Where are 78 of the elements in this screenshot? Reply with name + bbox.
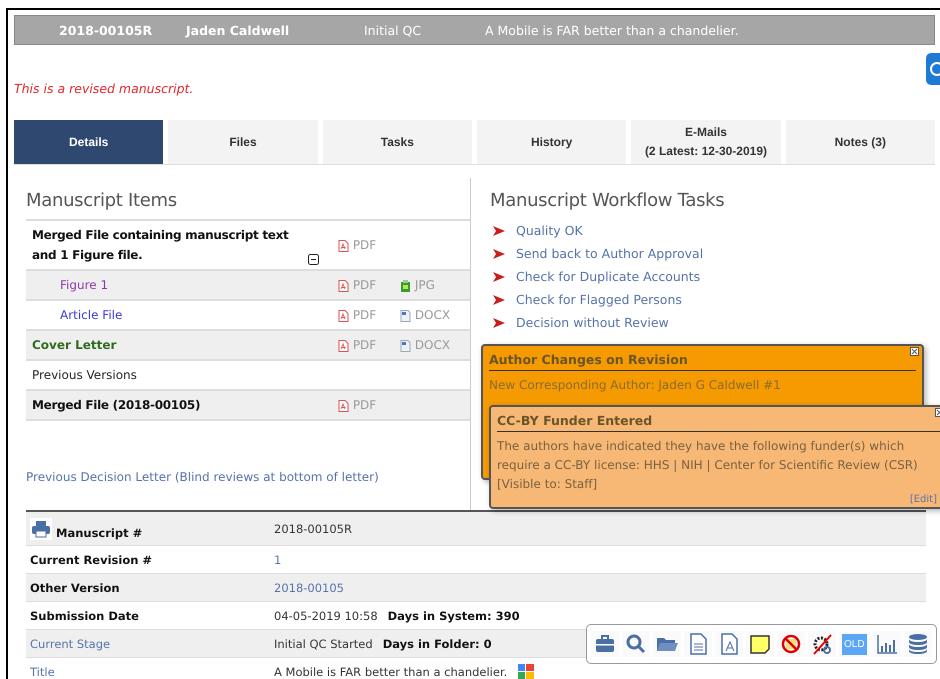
tab[interactable]: History: [476, 120, 626, 164]
sticky-note-icon[interactable]: [749, 633, 771, 655]
field-stat: Days in Folder: 0: [382, 636, 492, 650]
document-file-icon: [400, 310, 411, 322]
arrow-icon: [492, 224, 506, 236]
task-link[interactable]: Decision without Review: [516, 315, 669, 330]
file-link[interactable]: PDF: [338, 308, 400, 322]
note-text: New Corresponding Author: Jaden G Caldwell #1: [489, 377, 782, 394]
field-value: 2018-00105R: [274, 522, 352, 536]
bar-chart-icon[interactable]: [876, 633, 898, 655]
pdf-file-icon: [338, 240, 349, 252]
tab[interactable]: E-Mails (2 Latest: 12-30-2019): [631, 120, 781, 164]
note-title: CC-BY Funder Entered: [497, 411, 940, 432]
section-title: Manuscript Workflow Tasks: [490, 190, 724, 211]
arrow-icon: [492, 270, 506, 282]
database-icon[interactable]: [906, 633, 929, 655]
task-link[interactable]: Check for Flagged Persons: [516, 292, 682, 307]
arrow-icon: [492, 316, 506, 328]
section-title: Manuscript Items: [26, 190, 178, 211]
item-link[interactable]: Article File: [60, 305, 122, 325]
field-link[interactable]: Title: [30, 664, 55, 678]
item-label: Merged File (2018-00105): [32, 397, 202, 414]
item-label: Previous Versions: [32, 367, 137, 384]
note-title: Author Changes on Revision: [489, 350, 916, 371]
print-icon[interactable]: [30, 518, 52, 540]
document-file-icon: [400, 340, 411, 352]
side-tab[interactable]: [926, 53, 940, 85]
file-link[interactable]: PDF: [338, 278, 400, 292]
search-icon[interactable]: [625, 633, 647, 655]
tab[interactable]: Notes (3): [786, 120, 935, 164]
item-label: Merged File containing manuscript text and 1 Figure file.: [32, 227, 290, 264]
pdf-file-icon: [338, 340, 349, 352]
field-label: Submission Date: [30, 608, 139, 622]
image-file-icon: [400, 280, 411, 292]
tab[interactable]: Details: [14, 120, 164, 164]
decision-letter-link[interactable]: Previous Decision Letter (Blind reviews at bottom of letter): [26, 470, 379, 484]
tab[interactable]: Tasks: [322, 120, 472, 164]
manuscript-title: A Mobile is FAR better than a chandelier.: [485, 22, 739, 38]
tab[interactable]: Files: [168, 120, 318, 164]
file-link[interactable]: PDF: [338, 238, 400, 252]
edit-link[interactable]: [Edit]: [910, 494, 937, 505]
collapse-icon[interactable]: [308, 254, 319, 265]
field-link[interactable]: 2018-00105: [274, 580, 344, 594]
stage-label: Initial QC: [364, 22, 422, 38]
field-link[interactable]: Current Stage: [30, 636, 110, 650]
lookup-icon[interactable]: [517, 662, 536, 679]
file-link[interactable]: DOCX: [400, 308, 462, 322]
task-link[interactable]: Check for Duplicate Accounts: [516, 269, 700, 284]
revised-notice: This is a revised manuscript.: [14, 81, 194, 98]
briefcase-icon[interactable]: [594, 633, 616, 655]
arrow-icon: [492, 248, 506, 260]
pdf-file-icon: [338, 400, 349, 412]
item-link[interactable]: Figure 1: [60, 275, 108, 295]
manuscript-id: 2018-00105R: [58, 22, 154, 38]
note-text: The authors have indicated they have the following funder(s) which require a CC-BY license: HHS | NIH | Center for Scientific Review (CSR) [Visible to: Staff]: [497, 438, 919, 493]
field-label: Manuscript #: [56, 526, 142, 540]
old-badge-button[interactable]: OLD: [842, 634, 867, 654]
field-value: 04-05-2019 10:58: [274, 608, 378, 622]
file-link[interactable]: PDF: [338, 338, 400, 352]
close-icon[interactable]: [910, 347, 919, 356]
field-value: Initial QC Started: [274, 636, 373, 650]
crossed-gear-icon[interactable]: [811, 633, 833, 655]
item-link[interactable]: Cover Letter: [32, 335, 116, 355]
author-name: Jaden Caldwell: [186, 22, 290, 38]
prohibited-note-icon[interactable]: [780, 633, 802, 655]
field-label: Other Version: [30, 580, 120, 594]
file-link[interactable]: DOCX: [400, 338, 462, 352]
task-link[interactable]: Quality OK: [516, 223, 583, 238]
pdf-file-icon: [338, 280, 349, 292]
field-label: Current Revision #: [30, 552, 152, 566]
field-stat: Days in System: 390: [388, 608, 520, 622]
field-value: A Mobile is FAR better than a chandelier.: [274, 664, 508, 678]
arrow-icon: [492, 294, 506, 306]
file-link[interactable]: JPG: [400, 278, 462, 292]
file-link[interactable]: PDF: [338, 398, 400, 412]
field-link[interactable]: 1: [274, 552, 282, 566]
task-link[interactable]: Send back to Author Approval: [516, 246, 704, 261]
pdf-file-icon: [338, 310, 349, 322]
